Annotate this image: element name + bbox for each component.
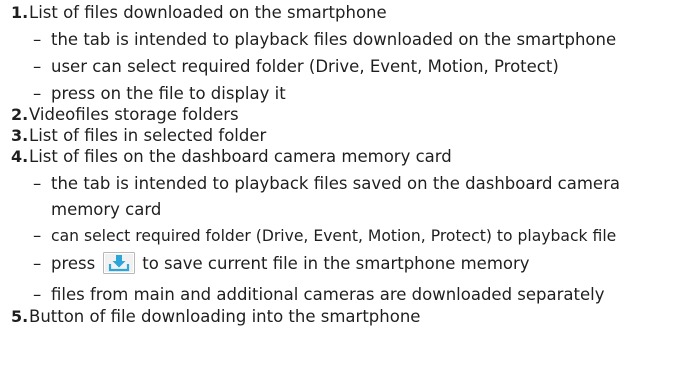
item-text: List of files downloaded on the smartpho… [29, 3, 387, 22]
item-text: List of files in selected folder [29, 126, 267, 145]
item-number: 3. [11, 126, 29, 145]
sub-item-text: press to save current file in the smartp… [51, 251, 530, 276]
item-number: 5. [11, 307, 29, 326]
sub-item-text: files from main and additional cameras a… [51, 285, 605, 304]
press-after-text: to save current file in the smartphone m… [142, 254, 530, 273]
download-icon [103, 251, 136, 274]
item-text: Button of file downloading into the smar… [29, 307, 421, 326]
press-text: press [51, 254, 96, 273]
document-page: 1. List of files downloaded on the smart… [0, 0, 694, 387]
dash-bullet: – [33, 30, 42, 49]
sub-item-text: press on the file to display it [51, 84, 286, 103]
sub-item-text: the tab is intended to playback files do… [51, 30, 617, 49]
dash-bullet: – [33, 254, 42, 273]
item-number: 1. [11, 3, 29, 22]
dash-bullet: – [33, 285, 42, 304]
sub-item-text: the tab is intended to playback files sa… [51, 174, 620, 193]
sub-item-text: memory card [51, 200, 162, 219]
dash-bullet: – [33, 174, 42, 193]
item-number: 2. [11, 105, 29, 124]
item-text: Videofiles storage folders [29, 105, 239, 124]
dash-bullet: – [33, 84, 42, 103]
sub-item-text: user can select required folder (Drive, … [51, 57, 559, 76]
dash-bullet: – [33, 57, 42, 76]
dash-bullet: – [33, 226, 42, 245]
item-text: List of files on the dashboard camera me… [29, 147, 452, 166]
item-number: 4. [11, 147, 29, 166]
sub-item-text: can select required folder (Drive, Event… [51, 227, 617, 245]
